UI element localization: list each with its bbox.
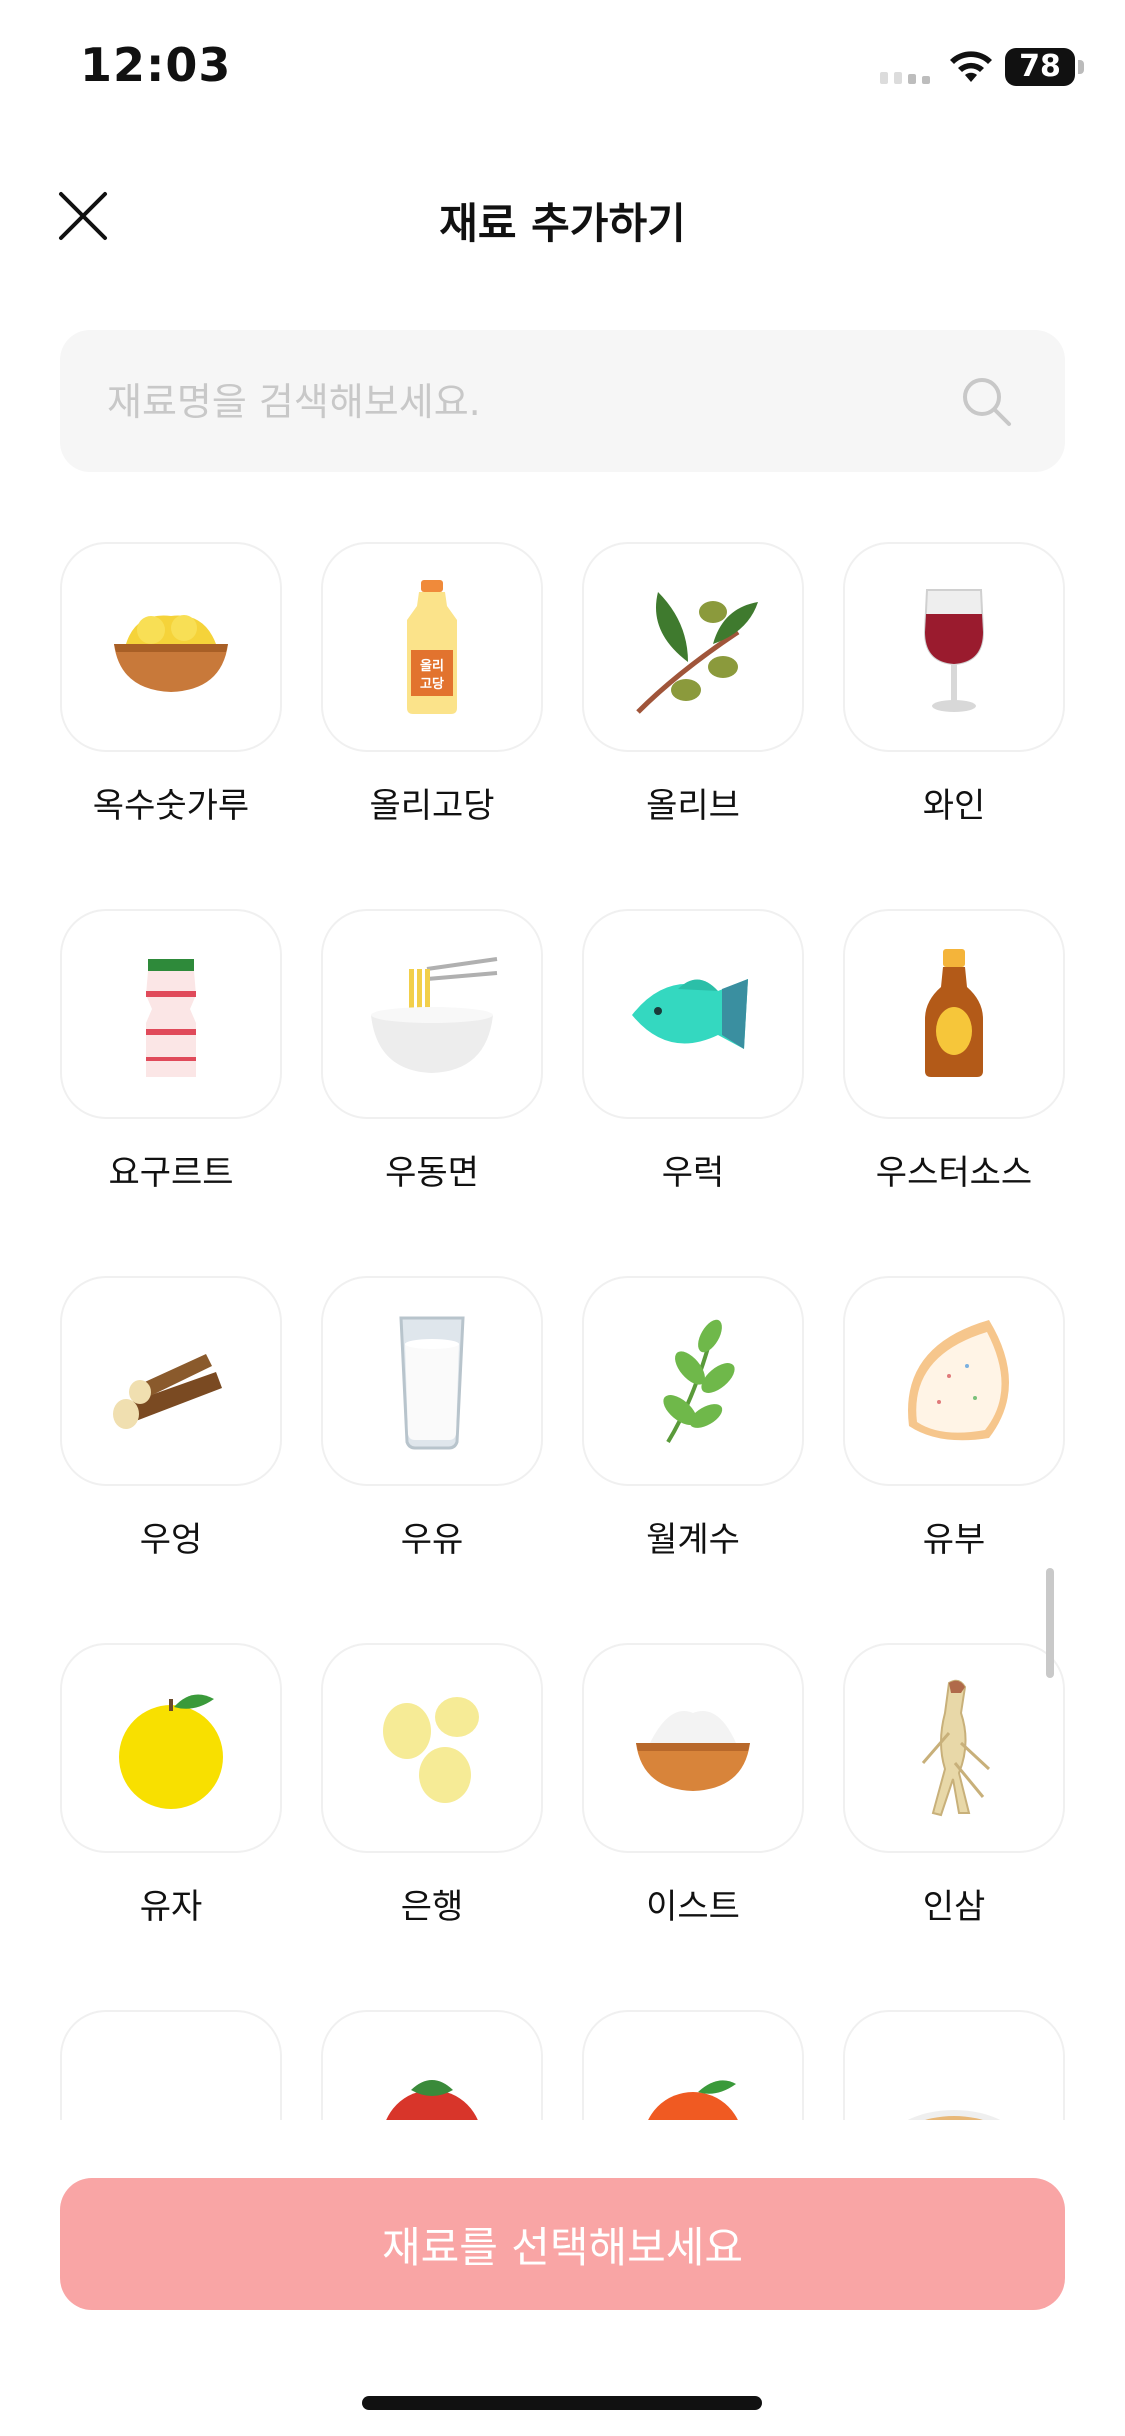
ginkgo-nut-icon [383,1697,479,1803]
ingredient-item[interactable]: 우스터소스 [843,909,1065,1194]
ingredient-label: 올리브 [646,786,740,826]
ingredient-label: 인삼 [922,1887,986,1927]
header: 재료 추가하기 [0,170,1125,260]
ingredient-label: 우유 [400,1520,464,1560]
ingredient-item[interactable]: 우럭 [582,909,804,1194]
ingredient-tile[interactable] [843,1643,1065,1853]
cornmeal-bowl-icon [114,615,228,692]
worcestershire-sauce-icon [925,949,983,1077]
ingredient-tile[interactable] [582,542,804,752]
ingredient-item[interactable]: 올리브 [582,542,804,827]
ingredient-tile[interactable] [60,1643,282,1853]
cellular-signal-icon [880,72,930,84]
fried-tofu-icon [908,1320,1009,1441]
ingredient-item[interactable]: 와인 [843,542,1065,827]
select-ingredients-button[interactable]: 재료를 선택해보세요 [60,2178,1065,2310]
ingredient-tile[interactable] [843,542,1065,752]
ingredient-tile[interactable] [321,909,543,1119]
ingredient-tile[interactable] [60,1276,282,1486]
ingredient-label: 월계수 [646,1520,740,1560]
yeast-bowl-icon [636,1711,750,1791]
ingredient-label: 요구르트 [108,1153,234,1193]
ingredient-tile[interactable] [60,2010,282,2120]
ingredient-label: 유부 [922,1520,986,1560]
ingredient-tile[interactable] [321,1643,543,1853]
ingredient-item[interactable]: 유자 [60,1643,282,1928]
ingredient-tile[interactable] [321,2010,543,2120]
orange-fruit-icon [648,2080,738,2120]
yuzu-icon [119,1694,223,1809]
battery-indicator: 78 [1005,48,1075,86]
oligosaccharide-bottle-icon: 올리 고당 [407,580,457,714]
noodle-plate-icon [907,2110,1001,2120]
ingredient-item[interactable]: 유부 [843,1276,1065,1561]
ingredient-tile[interactable] [60,542,282,752]
search-icon[interactable] [959,374,1013,428]
status-time: 12:03 [80,38,232,92]
ingredient-label: 이스트 [646,1887,740,1927]
ingredient-tile[interactable] [582,1276,804,1486]
ingredient-item[interactable]: 인삼 [843,1643,1065,1928]
yogurt-bottle-icon [146,959,196,1077]
ingredient-item[interactable] [582,2010,804,2120]
ingredient-tile[interactable] [843,2010,1065,2120]
ingredient-item[interactable]: 은행 [321,1643,543,1928]
ingredient-tile[interactable] [843,909,1065,1119]
wifi-icon [950,51,992,82]
ingredient-label: 와인 [922,786,986,826]
ingredient-item[interactable]: 올리 고당 올리고당 [321,542,543,827]
svg-text:올리: 올리 [420,658,444,674]
ingredient-tile[interactable]: 올리 고당 [321,542,543,752]
ingredient-item[interactable]: 우엉 [60,1276,282,1561]
ingredient-label: 우럭 [661,1153,725,1193]
search-bar[interactable] [60,330,1065,474]
wine-glass-icon [923,589,985,712]
page-title: 재료 추가하기 [439,199,686,248]
milk-glass-icon [399,1316,465,1450]
ingredient-tile[interactable] [582,2010,804,2120]
ingredient-item[interactable]: 우유 [321,1276,543,1561]
ingredient-label: 올리고당 [369,786,495,826]
status-bar: 12:03 78 [0,0,1125,130]
ingredient-item[interactable] [321,2010,543,2120]
ingredient-item[interactable]: 이스트 [582,1643,804,1928]
ginseng-icon [921,1679,991,1817]
battery-cap [1078,60,1084,74]
svg-text:고당: 고당 [420,676,444,692]
ingredient-label: 우스터소스 [875,1153,1033,1193]
udon-bowl-icon [371,957,498,1073]
burdock-root-icon [113,1354,222,1429]
ingredient-item[interactable] [60,2010,282,2120]
tomato-icon [386,2080,478,2120]
ingredient-item[interactable] [843,2010,1065,2120]
ingredient-tile[interactable] [843,1276,1065,1486]
ingredient-label: 우동면 [385,1153,479,1193]
ingredient-tile[interactable] [321,1276,543,1486]
rockfish-icon [632,979,748,1049]
olive-branch-icon [636,592,758,714]
ingredient-label: 옥수숫가루 [92,786,250,826]
search-input[interactable] [105,330,969,474]
bay-leaf-icon [663,1319,735,1444]
home-indicator[interactable] [362,2396,762,2410]
ingredient-item[interactable]: 요구르트 [60,909,282,1194]
ingredient-tile[interactable] [582,1643,804,1853]
ingredient-item[interactable]: 우동면 [321,909,543,1194]
ingredient-tile[interactable] [60,909,282,1119]
ingredient-label: 은행 [400,1887,464,1927]
powder-pile-icon [96,2040,246,2120]
ingredient-item[interactable]: 월계수 [582,1276,804,1561]
ingredient-tile[interactable] [582,909,804,1119]
ingredient-item[interactable]: 옥수숫가루 [60,542,282,827]
scrollbar[interactable] [1046,1568,1054,1678]
ingredient-label: 유자 [139,1887,203,1927]
ingredient-label: 우엉 [139,1520,203,1560]
ingredient-grid: 옥수숫가루 올리 고당 올리고당 올리브 와인 요구르트 우동면 우럭 우스터소… [60,542,1065,2120]
